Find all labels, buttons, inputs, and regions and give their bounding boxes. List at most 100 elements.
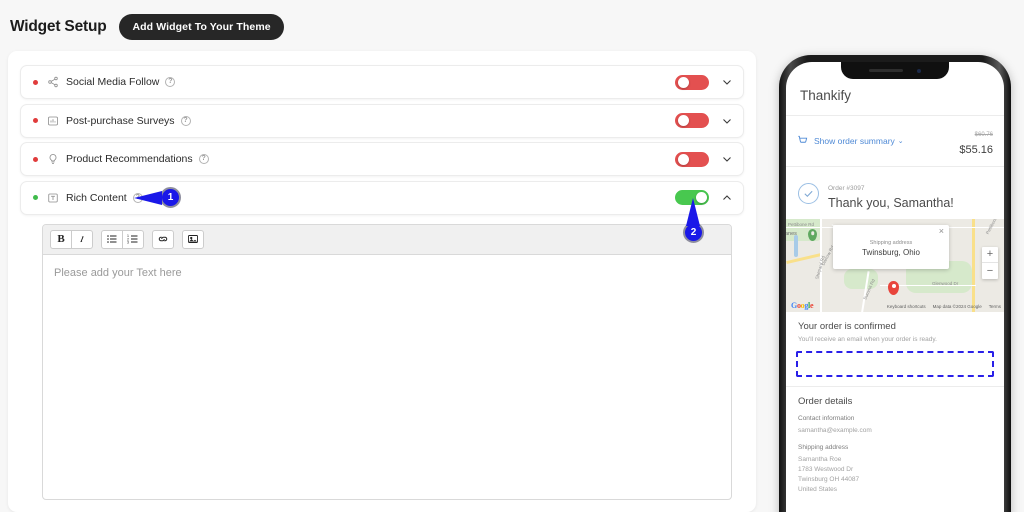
price-block: $60.76 $55.16: [959, 124, 993, 158]
widget-toggle[interactable]: [675, 151, 709, 167]
phone-camera-icon: [917, 68, 921, 73]
callout-badge-1: 1: [160, 186, 181, 208]
phone-screen: Thankify Show order summary ⌄ $60.76 $55…: [786, 62, 1004, 512]
map-street-label: Pettibone Rd: [788, 221, 815, 227]
map-zoom-in-button[interactable]: +: [982, 247, 998, 263]
editor-text-area[interactable]: Please add your Text here: [43, 255, 731, 499]
widget-row-controls: [675, 113, 733, 128]
rich-content-editor: B 1 2 3 Please add your Text here: [42, 223, 732, 500]
map-info-label: Shipping address: [869, 239, 913, 246]
price-original: $60.76: [974, 132, 993, 138]
widget-row-controls: [675, 151, 733, 167]
check-circle-icon: [798, 182, 819, 204]
order-number: Order #3097: [828, 184, 865, 192]
shipping-address-label: Shipping address: [798, 443, 849, 451]
shipping-address-line: Samantha Roe: [798, 455, 842, 463]
widget-status-dot: [33, 118, 38, 123]
lightbulb-icon: [46, 153, 59, 166]
widget-setup-card: Social Media Follow? Post-purchase Survey…: [8, 51, 756, 512]
google-logo: Google: [791, 300, 814, 310]
map-street-label: Shepard Rd: [814, 254, 826, 280]
toolbar-group: [182, 229, 204, 249]
bold-glyph: B: [57, 233, 65, 245]
order-confirmed-title: Your order is confirmed: [798, 320, 896, 332]
widget-row-post-purchase-surveys[interactable]: Post-purchase Surveys?: [20, 103, 744, 138]
screen-root: Widget Setup Add Widget To Your Theme So…: [0, 0, 1024, 512]
show-order-summary-link[interactable]: Show order summary: [814, 136, 895, 146]
toolbar-group: 123: [101, 229, 144, 249]
order-details-heading: Order details: [798, 395, 853, 407]
callout-marker-2: 2: [683, 198, 704, 243]
order-summary-bar[interactable]: Show order summary ⌄ $60.76 $55.16: [786, 115, 1004, 167]
widget-row-social-media-follow[interactable]: Social Media Follow?: [20, 65, 744, 99]
help-icon[interactable]: ?: [165, 77, 176, 87]
map-terms-link[interactable]: Terms: [989, 304, 1001, 309]
phone-preview-frame: Thankify Show order summary ⌄ $60.76 $55…: [779, 55, 1011, 512]
map-water-area: [794, 234, 798, 257]
widget-row-rich-content[interactable]: Rich Content?: [20, 180, 744, 215]
rich-content-widget-placeholder[interactable]: [796, 350, 994, 377]
map-info-value: Twinsburg, Ohio: [862, 247, 920, 257]
page-header: Widget Setup Add Widget To Your Theme: [0, 0, 284, 40]
widget-label: Product Recommendations: [66, 153, 193, 165]
callout-arrow-1: [134, 190, 162, 205]
chevron-up-icon[interactable]: [721, 192, 733, 204]
map-road: [972, 218, 975, 312]
map-attribution: Keyboard shortcuts Map data ©2024 Google…: [887, 304, 1001, 309]
italic-button[interactable]: [71, 229, 93, 249]
order-confirmed-section: Your order is confirmed You'll receive a…: [786, 312, 1004, 343]
thank-you-row: Order #3097 Thank you, Samantha!: [786, 167, 1004, 219]
map-poi-label: anes: [786, 230, 797, 237]
toggle-knob: [677, 153, 689, 165]
phone-speaker: [869, 68, 903, 73]
bold-button[interactable]: B: [50, 229, 72, 249]
widget-label: Post-purchase Surveys: [66, 114, 175, 127]
map-road: [786, 252, 822, 264]
widget-toggle[interactable]: [675, 74, 709, 90]
callout-arrow-2: [686, 198, 700, 226]
order-confirmed-subtitle: You'll receive an email when your order …: [798, 335, 937, 343]
shipping-address-line: Twinsburg OH 44087: [798, 475, 860, 483]
chevron-down-icon[interactable]: [721, 153, 733, 165]
chevron-down-icon: ⌄: [897, 137, 904, 145]
chevron-down-icon[interactable]: [721, 76, 733, 88]
widget-status-dot: [33, 79, 38, 85]
callout-marker-1: 1: [134, 186, 181, 208]
link-button[interactable]: [152, 229, 174, 249]
contact-email-value: samantha@example.com: [798, 426, 872, 434]
text-box-icon: [46, 191, 59, 204]
shipping-address-line: 1783 Westwood Dr: [798, 465, 854, 473]
thank-you-title: Thank you, Samantha!: [828, 195, 954, 210]
map-destination-pin-icon: [888, 280, 899, 295]
image-button[interactable]: [182, 229, 204, 249]
widget-row-controls: [675, 190, 733, 205]
toggle-knob: [677, 76, 689, 88]
svg-text:3: 3: [127, 241, 129, 245]
widget-row-product-recommendations[interactable]: Product Recommendations?: [20, 142, 744, 176]
order-details-section: Order details Contact information samant…: [786, 387, 1004, 495]
page-title: Widget Setup: [10, 18, 107, 35]
widget-label: Social Media Follow: [66, 76, 160, 88]
widget-row-controls: [675, 74, 733, 90]
contact-information-label: Contact information: [798, 414, 855, 422]
map-zoom-controls[interactable]: + −: [982, 246, 998, 279]
phone-notch: [841, 62, 949, 79]
widget-toggle[interactable]: [675, 113, 709, 128]
map-zoom-out-button[interactable]: −: [982, 263, 998, 279]
shipping-address-value: Samantha Roe 1783 Westwood Dr Twinsburg OH…: [798, 455, 992, 495]
map-poi-pin-icon: [808, 228, 817, 241]
bullet-list-button[interactable]: [101, 229, 123, 249]
map-data-credit: Map data ©2024 Google: [932, 304, 982, 310]
shipping-map[interactable]: Pettibone Rd Darrow Rd Shepard Rd Glenwo…: [786, 218, 1004, 312]
survey-icon: [46, 114, 59, 127]
map-keyboard-shortcuts[interactable]: Keyboard shortcuts: [887, 304, 926, 309]
numbered-list-button[interactable]: 123: [122, 229, 144, 249]
add-widget-to-theme-button[interactable]: Add Widget To Your Theme: [119, 14, 284, 40]
widget-list: Social Media Follow? Post-purchase Survey…: [8, 51, 756, 500]
widget-status-dot: [33, 195, 38, 200]
toolbar-group: B: [50, 229, 93, 249]
close-icon[interactable]: ×: [939, 226, 944, 236]
help-icon[interactable]: ?: [198, 154, 209, 164]
help-icon[interactable]: ?: [180, 115, 191, 126]
chevron-down-icon[interactable]: [721, 115, 733, 127]
